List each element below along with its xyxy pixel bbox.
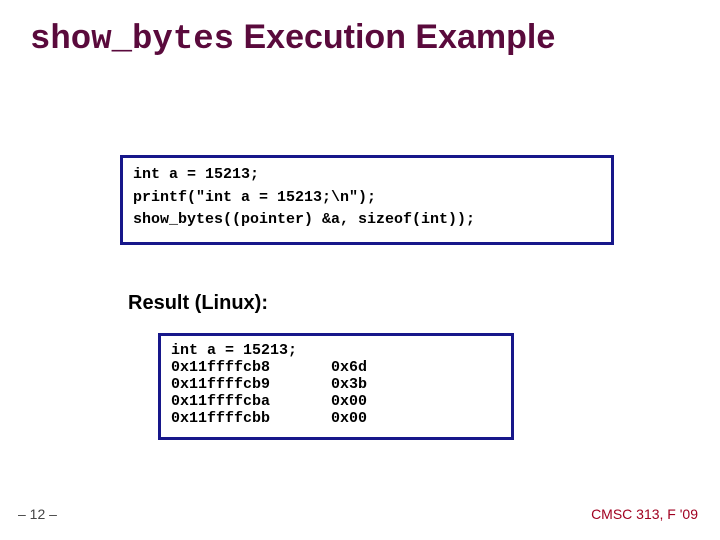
val-cell: 0x00 (331, 410, 367, 427)
code-block-2: int a = 15213; 0x11ffffcb8 0x6d 0x11ffff… (158, 333, 514, 440)
title-code-part: show_bytes (30, 21, 234, 59)
addr-cell: 0x11ffffcbb (171, 410, 331, 427)
table-row: 0x11ffffcbb 0x00 (171, 410, 501, 427)
code-line: show_bytes((pointer) &a, sizeof(int)); (133, 211, 475, 228)
title-rest: Execution Example (234, 18, 555, 56)
result-label: Result (Linux): (128, 292, 268, 315)
val-cell: 0x3b (331, 376, 367, 393)
table-row: 0x11ffffcba 0x00 (171, 393, 501, 410)
code-line: int a = 15213; (133, 166, 259, 183)
table-row: 0x11ffffcb9 0x3b (171, 376, 501, 393)
addr-cell: 0x11ffffcb9 (171, 376, 331, 393)
page-number: – 12 – (18, 506, 57, 522)
val-cell: 0x6d (331, 359, 367, 376)
footer-course: CMSC 313, F '09 (591, 506, 698, 522)
code-line: printf("int a = 15213;\n"); (133, 189, 376, 206)
code-header: int a = 15213; (171, 342, 501, 359)
val-cell: 0x00 (331, 393, 367, 410)
slide: show_bytes Execution Example int a = 152… (0, 0, 720, 540)
table-row: 0x11ffffcb8 0x6d (171, 359, 501, 376)
addr-cell: 0x11ffffcb8 (171, 359, 331, 376)
code-block-1: int a = 15213; printf("int a = 15213;\n"… (120, 155, 614, 245)
slide-title: show_bytes Execution Example (30, 18, 555, 59)
addr-cell: 0x11ffffcba (171, 393, 331, 410)
